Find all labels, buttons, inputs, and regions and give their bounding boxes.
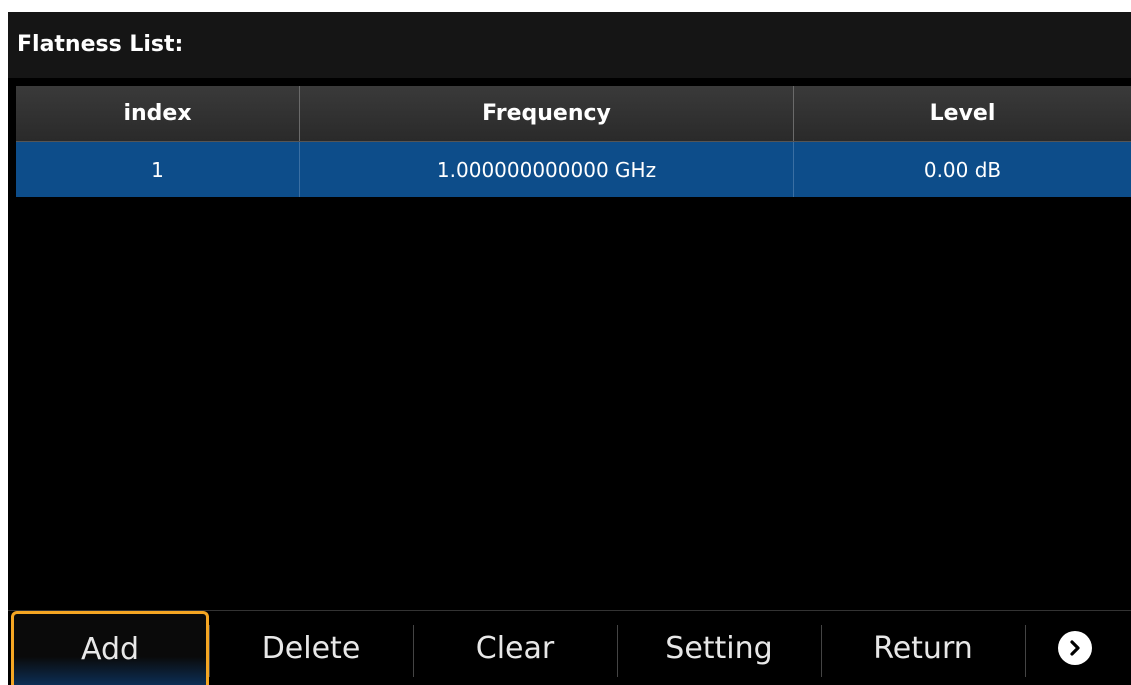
- chevron-right-circle-icon: [1058, 631, 1092, 665]
- cell-level[interactable]: 0.00 dB: [794, 142, 1131, 197]
- page-title: Flatness List:: [8, 12, 1131, 78]
- column-header-frequency[interactable]: Frequency: [300, 86, 794, 141]
- add-button[interactable]: Add: [11, 611, 209, 685]
- clear-button[interactable]: Clear: [413, 611, 617, 685]
- table-header-row: index Frequency Level: [16, 86, 1131, 142]
- more-button[interactable]: [1025, 611, 1125, 685]
- column-header-level[interactable]: Level: [794, 86, 1131, 141]
- cell-index[interactable]: 1: [16, 142, 300, 197]
- flatness-table: index Frequency Level 1 1.000000000000 G…: [16, 86, 1131, 197]
- cell-frequency[interactable]: 1.000000000000 GHz: [300, 142, 794, 197]
- softkey-bar: Add Delete Clear Setting Return: [8, 610, 1131, 685]
- delete-button[interactable]: Delete: [209, 611, 413, 685]
- setting-button[interactable]: Setting: [617, 611, 821, 685]
- instrument-screen: Flatness List: index Frequency Level 1 1…: [8, 12, 1131, 685]
- column-header-index[interactable]: index: [16, 86, 300, 141]
- return-button[interactable]: Return: [821, 611, 1025, 685]
- table-row[interactable]: 1 1.000000000000 GHz 0.00 dB: [16, 142, 1131, 197]
